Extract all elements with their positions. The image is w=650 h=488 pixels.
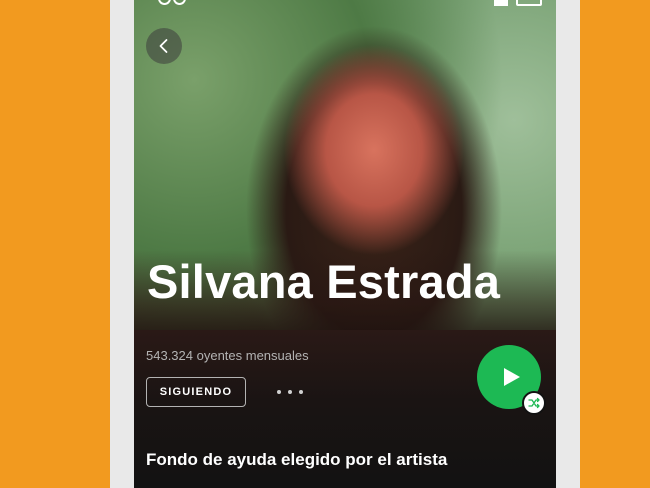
follow-button[interactable]: SIGUIENDO <box>146 377 246 407</box>
monthly-listeners: 543.324 oyentes mensuales <box>146 348 309 363</box>
shuffle-button[interactable] <box>522 391 546 415</box>
chevron-left-icon <box>159 39 168 53</box>
status-bar <box>134 0 556 6</box>
status-icons-left <box>158 0 198 5</box>
shuffle-icon <box>528 397 540 409</box>
back-button[interactable] <box>146 28 182 64</box>
app-screen: Silvana Estrada 543.324 oyentes mensuale… <box>134 0 556 488</box>
signal-icon <box>494 0 508 6</box>
more-options-button[interactable] <box>277 384 303 400</box>
status-icons-right <box>494 0 542 11</box>
artist-name: Silvana Estrada <box>147 255 501 308</box>
play-icon <box>504 368 520 386</box>
ellipsis-horizontal-icon <box>277 390 281 394</box>
artist-pick-title: Fondo de ayuda elegido por el artista <box>146 450 448 469</box>
battery-icon <box>516 0 542 6</box>
